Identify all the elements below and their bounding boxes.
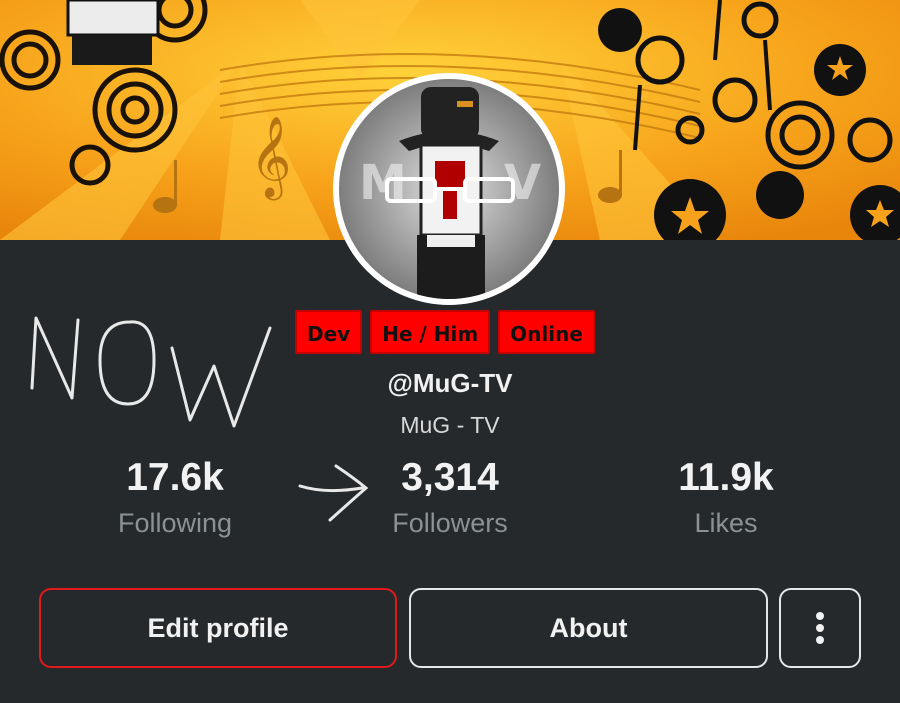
edit-profile-button[interactable]: Edit profile [39, 588, 397, 668]
stat-followers-label: Followers [392, 508, 508, 538]
profile-handle: @MuG-TV [387, 368, 513, 398]
more-vertical-icon [816, 612, 824, 644]
more-options-button[interactable] [779, 588, 861, 668]
badge-dev: Dev [295, 310, 363, 354]
badge-pronouns: He / Him [370, 310, 491, 354]
stat-followers[interactable]: 3,314 Followers [330, 452, 570, 539]
stat-likes-value: 11.9k [678, 456, 774, 499]
svg-text:𝄞: 𝄞 [250, 115, 291, 200]
badge-online: Online [498, 310, 595, 354]
profile-avatar[interactable]: M V [333, 73, 565, 305]
stat-likes[interactable]: 11.9k Likes [606, 452, 846, 539]
stat-followers-value: 3,314 [401, 456, 499, 499]
stat-following-value: 17.6k [126, 456, 224, 499]
stat-following-label: Following [117, 508, 233, 538]
profile-display-name: MuG - TV [400, 412, 500, 438]
about-button[interactable]: About [409, 588, 768, 668]
stat-following[interactable]: 17.6k Following [55, 452, 295, 539]
stat-likes-label: Likes [694, 508, 758, 538]
profile-badges: Dev He / Him Online [295, 310, 595, 354]
